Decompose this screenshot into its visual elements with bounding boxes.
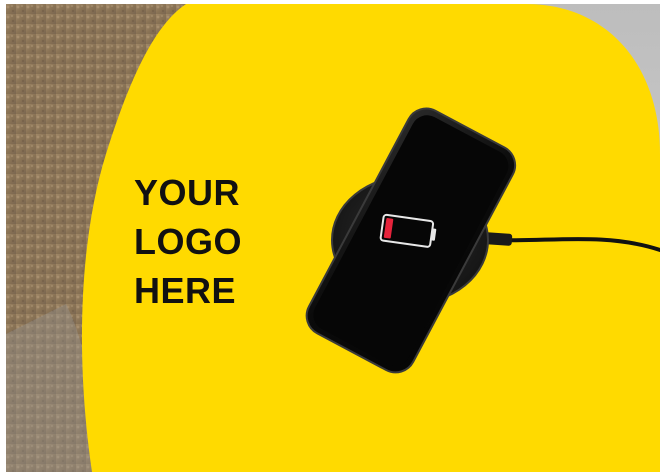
- logo-line-1: YOUR: [134, 172, 241, 213]
- logo-line-2: LOGO: [134, 221, 242, 262]
- ad-banner: YOUR LOGO HERE: [0, 0, 660, 472]
- frame-left: [0, 0, 6, 472]
- logo-placeholder: YOUR LOGO HERE: [134, 168, 274, 315]
- frame-top: [0, 0, 660, 4]
- logo-line-3: HERE: [134, 270, 237, 311]
- background-photo: [6, 4, 660, 472]
